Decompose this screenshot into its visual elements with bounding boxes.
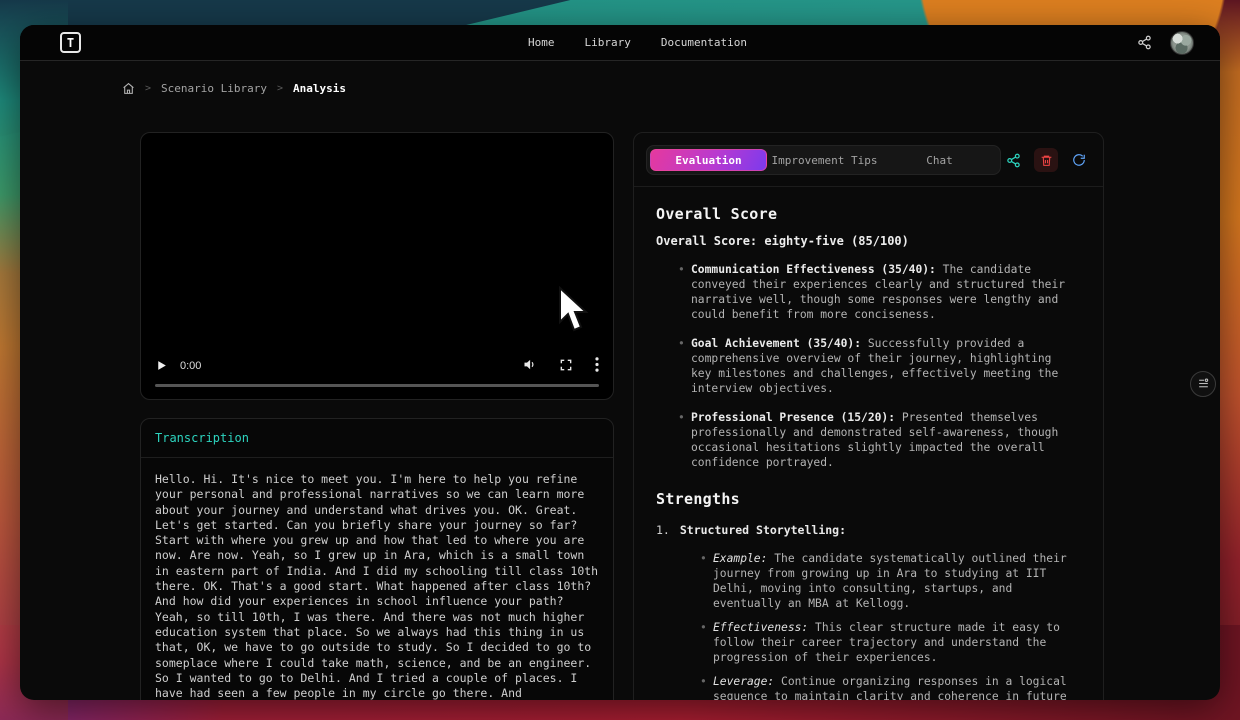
strength-point-label: Example: (713, 552, 767, 565)
criteria-item: Communication Effectiveness (35/40): The… (656, 262, 1077, 322)
breadcrumb-separator: > (145, 83, 151, 94)
share-evaluation-icon[interactable] (1001, 148, 1025, 172)
analysis-tabs: Evaluation Improvement Tips Chat (646, 145, 1001, 175)
nav-link-home[interactable]: Home (528, 36, 555, 49)
transcription-text: Hello. Hi. It's nice to meet you. I'm he… (141, 458, 613, 700)
nav-links: Home Library Documentation (528, 25, 747, 60)
strength-points-list: Example: The candidate systematically ou… (656, 551, 1077, 700)
home-icon[interactable] (122, 82, 135, 95)
analysis-panel: Evaluation Improvement Tips Chat (633, 132, 1104, 700)
overall-score-heading: Overall Score (656, 205, 1077, 223)
strength-number: 1. (656, 523, 670, 537)
delete-icon[interactable] (1034, 148, 1058, 172)
panel-actions (1001, 148, 1091, 172)
more-options-icon[interactable] (595, 357, 599, 376)
strength-point: Leverage: Continue organizing responses … (656, 674, 1077, 700)
sliders-icon (1197, 375, 1210, 394)
video-timeline[interactable] (155, 384, 599, 387)
video-current-time: 0:00 (180, 360, 201, 372)
criteria-label: Goal Achievement (35/40): (691, 337, 861, 350)
nav-link-library[interactable]: Library (585, 36, 631, 49)
strength-point: Example: The candidate systematically ou… (656, 551, 1077, 611)
strength-point: Effectiveness: This clear structure made… (656, 620, 1077, 665)
nav-link-documentation[interactable]: Documentation (661, 36, 747, 49)
tab-chat[interactable]: Chat (882, 149, 997, 171)
strength-item: 1. Structured Storytelling: (656, 523, 1077, 538)
top-navbar: T Home Library Documentation (20, 25, 1220, 61)
criteria-item: Professional Presence (15/20): Presented… (656, 410, 1077, 470)
app-window: T Home Library Documentation > Scenario … (20, 25, 1220, 700)
criteria-label: Professional Presence (15/20): (691, 411, 895, 424)
share-icon[interactable] (1137, 35, 1152, 50)
app-logo-letter: T (67, 36, 74, 50)
fullscreen-icon[interactable] (559, 357, 573, 376)
breadcrumb-analysis: Analysis (293, 82, 346, 95)
criteria-label: Communication Effectiveness (35/40): (691, 263, 936, 276)
evaluation-content: Overall Score Overall Score: eighty-five… (634, 187, 1103, 700)
transcription-title: Transcription (155, 431, 249, 445)
breadcrumb-separator: > (277, 83, 283, 94)
app-logo[interactable]: T (60, 32, 81, 53)
strength-point-label: Leverage: (713, 675, 774, 688)
breadcrumb: > Scenario Library > Analysis (122, 82, 346, 95)
user-avatar[interactable] (1170, 31, 1194, 55)
strength-point-label: Effectiveness: (713, 621, 808, 634)
breadcrumb-scenario-library[interactable]: Scenario Library (161, 82, 267, 95)
side-panel-toggle-button[interactable] (1190, 371, 1216, 397)
video-player[interactable]: 0:00 (140, 132, 614, 400)
tab-improvement-tips[interactable]: Improvement Tips (767, 149, 882, 171)
refresh-icon[interactable] (1067, 148, 1091, 172)
tab-evaluation[interactable]: Evaluation (650, 149, 767, 171)
overall-score-value: Overall Score: eighty-five (85/100) (656, 234, 1077, 248)
transcription-header: Transcription (141, 419, 613, 458)
strengths-heading: Strengths (656, 490, 1077, 508)
volume-icon[interactable] (522, 357, 537, 376)
strength-title: Structured Storytelling: (680, 523, 846, 537)
video-controls: 0:00 (155, 355, 599, 377)
criteria-item: Goal Achievement (35/40): Successfully p… (656, 336, 1077, 396)
criteria-list: Communication Effectiveness (35/40): The… (656, 262, 1077, 470)
video-controls-right (522, 357, 599, 376)
transcription-card: Transcription Hello. Hi. It's nice to me… (140, 418, 614, 700)
play-icon[interactable] (155, 357, 168, 376)
analysis-panel-header: Evaluation Improvement Tips Chat (634, 133, 1103, 187)
strength-point-text: The candidate systematically outlined th… (713, 552, 1067, 610)
nav-right (1137, 31, 1194, 55)
